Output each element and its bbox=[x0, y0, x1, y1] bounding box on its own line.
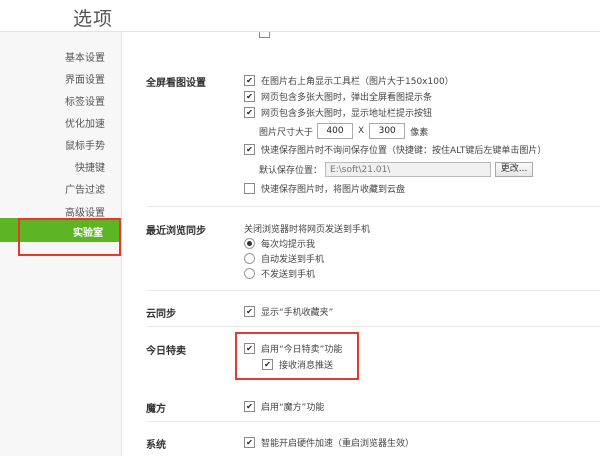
cloud-save-label: 快速保存图片时，将图片收藏到云盘 bbox=[261, 185, 406, 195]
section-magic-label: 魔方 bbox=[146, 404, 166, 415]
fullscreen-popup-prompt-row: ✔ 网页包含多张大图时，弹出全屏看图提示条 bbox=[244, 90, 432, 103]
default-path-row: 默认保存位置： E:\soft\21.01\ 更改... bbox=[259, 162, 534, 177]
system-gpu-row: ✔ 智能开启硬件加速（重启浏览器生效） bbox=[244, 436, 414, 449]
fullscreen-show-toolbar-label: 在图片右上角显示工具栏（图片大于150x100） bbox=[261, 77, 454, 87]
default-path-input[interactable]: E:\soft\21.01\ bbox=[325, 162, 492, 177]
sync-option-auto-row: 自动发送到手机 bbox=[244, 252, 324, 265]
cloud-mobile-checkbox[interactable]: ✔ bbox=[244, 306, 255, 317]
quick-save-row: ✔ 快速保存图片时不询问保存位置（快捷键：按住ALT键后左键单击图片） bbox=[244, 143, 546, 156]
section-divider bbox=[146, 206, 600, 207]
fullscreen-show-toolbar-checkbox[interactable]: ✔ bbox=[244, 75, 255, 86]
fullscreen-popup-prompt-label: 网页包含多张大图时，弹出全屏看图提示条 bbox=[261, 93, 433, 103]
cloud-mobile-row: ✔ 显示“手机收藏夹” bbox=[244, 305, 333, 318]
section-divider bbox=[146, 290, 600, 291]
magic-enable-row: ✔ 启用“魔方”功能 bbox=[244, 400, 324, 413]
sidebar-item-gestures[interactable]: 鼠标手势 bbox=[65, 137, 105, 152]
sync-option-auto-label: 自动发送到手机 bbox=[261, 255, 325, 265]
section-cloud-label: 云同步 bbox=[146, 309, 176, 320]
fullscreen-address-button-label: 网页包含多张大图时，显示地址栏提示按钮 bbox=[261, 109, 433, 119]
sync-description-text: 关闭浏览器时将网页发送到手机 bbox=[244, 225, 371, 235]
cloud-save-row: 快速保存图片时，将图片收藏到云盘 bbox=[244, 182, 405, 195]
change-path-button[interactable]: 更改... bbox=[495, 162, 534, 177]
cutoff-row bbox=[259, 32, 276, 38]
magic-enable-checkbox[interactable]: ✔ bbox=[244, 401, 255, 412]
section-fullscreen-label: 全屏看图设置 bbox=[146, 78, 206, 89]
sidebar-item-advanced[interactable]: 高级设置 bbox=[65, 204, 105, 219]
cloud-save-checkbox[interactable] bbox=[244, 183, 255, 194]
deals-highlight-box bbox=[235, 332, 359, 380]
section-divider bbox=[146, 421, 600, 422]
sync-option-auto-radio[interactable] bbox=[244, 253, 255, 264]
section-deals-label: 今日特卖 bbox=[146, 346, 186, 357]
quick-save-label: 快速保存图片时不询问保存位置（快捷键：按住ALT键后左键单击图片） bbox=[261, 146, 547, 156]
sync-option-prompt-label: 每次均提示我 bbox=[261, 240, 316, 250]
sidebar-item-shortcuts[interactable]: 快捷键 bbox=[75, 159, 105, 174]
sync-option-never-label: 不发送到手机 bbox=[261, 270, 316, 280]
fullscreen-show-toolbar-row: ✔ 在图片右上角显示工具栏（图片大于150x100） bbox=[244, 74, 454, 87]
fullscreen-popup-prompt-checkbox[interactable]: ✔ bbox=[244, 91, 255, 102]
sidebar-item-adblock[interactable]: 广告过滤 bbox=[65, 181, 105, 196]
section-sync-label: 最近浏览同步 bbox=[146, 226, 206, 237]
image-size-x-label: X bbox=[358, 126, 365, 136]
sidebar-item-tabs[interactable]: 标签设置 bbox=[65, 93, 105, 108]
cloud-mobile-label: 显示“手机收藏夹” bbox=[261, 308, 334, 318]
sync-description: 关闭浏览器时将网页发送到手机 bbox=[244, 222, 370, 235]
image-width-input[interactable]: 400 bbox=[317, 123, 354, 139]
sidebar-highlight-box bbox=[18, 218, 121, 256]
image-size-prefix: 图片尺寸大于 bbox=[259, 127, 314, 138]
checkbox[interactable] bbox=[259, 32, 270, 38]
default-path-label: 默认保存位置： bbox=[259, 166, 323, 176]
sidebar-item-optimize[interactable]: 优化加速 bbox=[65, 115, 105, 130]
sync-option-never-row: 不发送到手机 bbox=[244, 267, 315, 280]
sidebar-item-basic[interactable]: 基本设置 bbox=[65, 49, 105, 64]
image-size-row: 图片尺寸大于 400 X 300 像素 bbox=[259, 123, 428, 139]
system-gpu-label: 智能开启硬件加速（重启浏览器生效） bbox=[261, 439, 415, 449]
magic-enable-label: 启用“魔方”功能 bbox=[261, 403, 325, 413]
sync-option-never-radio[interactable] bbox=[244, 268, 255, 279]
image-height-input[interactable]: 300 bbox=[369, 123, 406, 139]
image-size-unit: 像素 bbox=[410, 127, 429, 138]
fullscreen-address-button-checkbox[interactable]: ✔ bbox=[244, 107, 255, 118]
section-divider bbox=[146, 326, 600, 327]
section-system-label: 系统 bbox=[146, 440, 166, 451]
quick-save-checkbox[interactable]: ✔ bbox=[244, 144, 255, 155]
sync-option-prompt-row: 每次均提示我 bbox=[244, 237, 315, 250]
system-gpu-checkbox[interactable]: ✔ bbox=[244, 437, 255, 448]
sidebar-item-interface[interactable]: 界面设置 bbox=[65, 71, 105, 86]
window-title: 选项 bbox=[73, 8, 114, 30]
sync-option-prompt-radio[interactable] bbox=[244, 238, 255, 249]
fullscreen-address-button-row: ✔ 网页包含多张大图时，显示地址栏提示按钮 bbox=[244, 106, 432, 119]
